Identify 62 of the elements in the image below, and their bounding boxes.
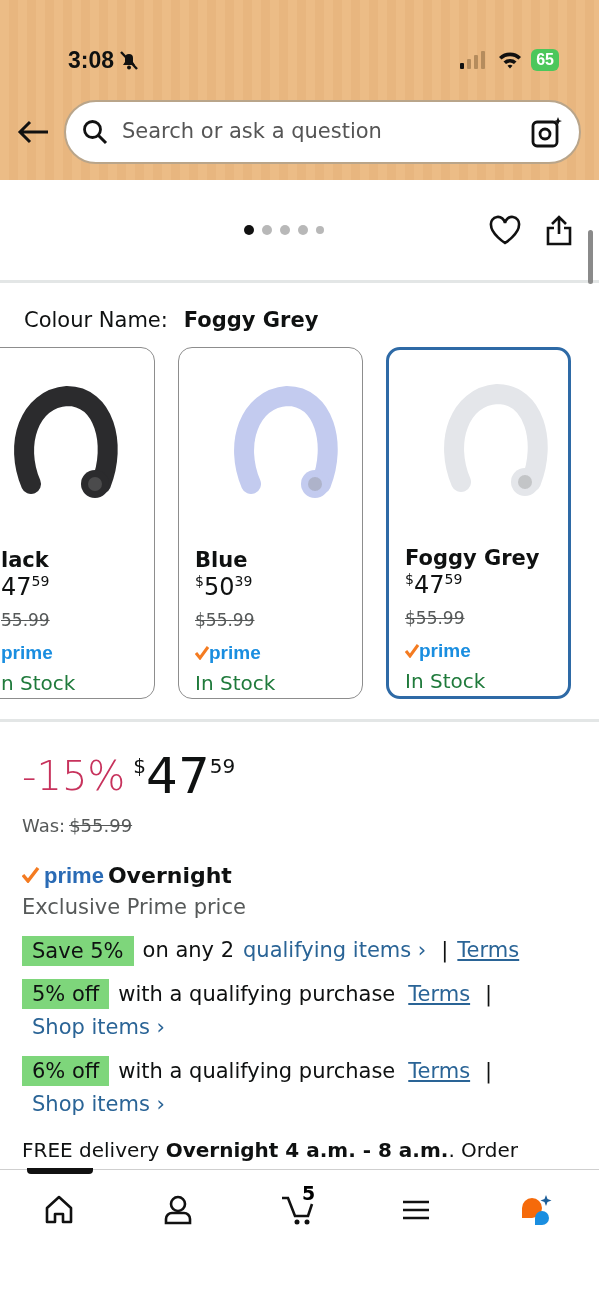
muted-bell-icon bbox=[118, 49, 141, 71]
variant-card[interactable]: Foggy Grey $^{$}$47$^{59}$ $55.99 prime In Stock bbox=[386, 346, 571, 699]
shop-link[interactable]: Shop items › bbox=[32, 1089, 165, 1121]
carousel-dot[interactable] bbox=[280, 225, 290, 235]
search-field[interactable]: Search or ask a question bbox=[120, 115, 519, 149]
variant-name: Foggy Grey bbox=[405, 545, 541, 571]
variant-price: 47$^{59}$ bbox=[1, 572, 51, 602]
shop-link[interactable]: qualifying items › bbox=[243, 935, 427, 967]
offer-text: with a qualifying purchase bbox=[118, 980, 396, 1008]
stock-status: In Stock bbox=[195, 669, 277, 697]
delivery-info: FREE delivery Overnight 4 a.m. - 8 a.m.. Order bbox=[22, 1136, 519, 1164]
prime-logo: prime bbox=[1, 641, 53, 665]
carousel-dot[interactable] bbox=[298, 225, 308, 235]
offer-tag: 5% off bbox=[22, 979, 110, 1010]
stock-status: In Stock bbox=[405, 667, 487, 695]
variant-was-price: 55.99 bbox=[1, 608, 51, 632]
terms-link[interactable]: Terms bbox=[408, 978, 471, 1010]
was-price: $55.99 bbox=[69, 813, 133, 838]
stock-status: n Stock bbox=[1, 669, 77, 697]
carousel-dot[interactable] bbox=[262, 225, 272, 235]
variant-price: $^{$}$47$^{59}$ bbox=[405, 570, 464, 600]
camera-icon[interactable] bbox=[531, 116, 563, 148]
offer-text: with a qualifying purchase bbox=[118, 1057, 396, 1085]
prime-logo: prime bbox=[209, 641, 261, 665]
prime-logo: prime bbox=[419, 639, 471, 663]
delivery-speed: Overnight bbox=[107, 861, 232, 890]
separator: | bbox=[441, 937, 449, 965]
heart-icon[interactable] bbox=[489, 215, 521, 245]
status-time: 3:08 bbox=[68, 45, 115, 75]
carousel-dot[interactable] bbox=[244, 225, 254, 235]
share-icon[interactable] bbox=[545, 214, 573, 246]
prime-logo: prime bbox=[44, 861, 104, 890]
separator: | bbox=[485, 1057, 493, 1086]
discount-percent: -15% bbox=[22, 751, 126, 801]
carousel-dot[interactable] bbox=[316, 226, 324, 234]
variant-name: lack bbox=[1, 547, 50, 573]
was-label: Was: bbox=[22, 813, 66, 838]
variant-price: $^{$}$50$^{39}$ bbox=[195, 572, 254, 602]
offer-tag: 6% off bbox=[22, 1056, 110, 1087]
search-icon bbox=[82, 119, 108, 145]
variant-name: Blue bbox=[195, 547, 249, 573]
check-icon bbox=[22, 867, 40, 883]
offer-tag: Save 5% bbox=[22, 935, 134, 966]
shop-link[interactable]: Shop items › bbox=[32, 1012, 165, 1044]
terms-link[interactable]: Terms bbox=[408, 1055, 471, 1087]
prime-price-note: Exclusive Prime price bbox=[22, 893, 247, 921]
scrollbar bbox=[588, 230, 593, 284]
terms-link[interactable]: Terms bbox=[457, 935, 520, 967]
variant-was-price: $55.99 bbox=[195, 608, 256, 632]
battery-level: 65 bbox=[531, 49, 559, 71]
variant-card[interactable]: lack 47$^{59}$ 55.99 prime n Stock bbox=[0, 346, 155, 699]
variant-card[interactable]: Blue $^{$}$50$^{39}$ $55.99 prime In Stock bbox=[178, 346, 363, 699]
variant-was-price: $55.99 bbox=[405, 606, 466, 630]
offer-text: on any 2 bbox=[142, 937, 235, 964]
colour-value: Foggy Grey bbox=[183, 307, 319, 334]
separator: | bbox=[485, 980, 493, 1009]
search-bar[interactable]: Search or ask a question bbox=[64, 100, 581, 164]
back-arrow-icon[interactable] bbox=[16, 119, 50, 145]
wifi-icon bbox=[497, 50, 524, 70]
cart-count: 5 bbox=[302, 1180, 316, 1206]
nav-tab[interactable]: 5 bbox=[238, 1169, 357, 1250]
colour-label: Colour Name: bbox=[24, 307, 168, 334]
